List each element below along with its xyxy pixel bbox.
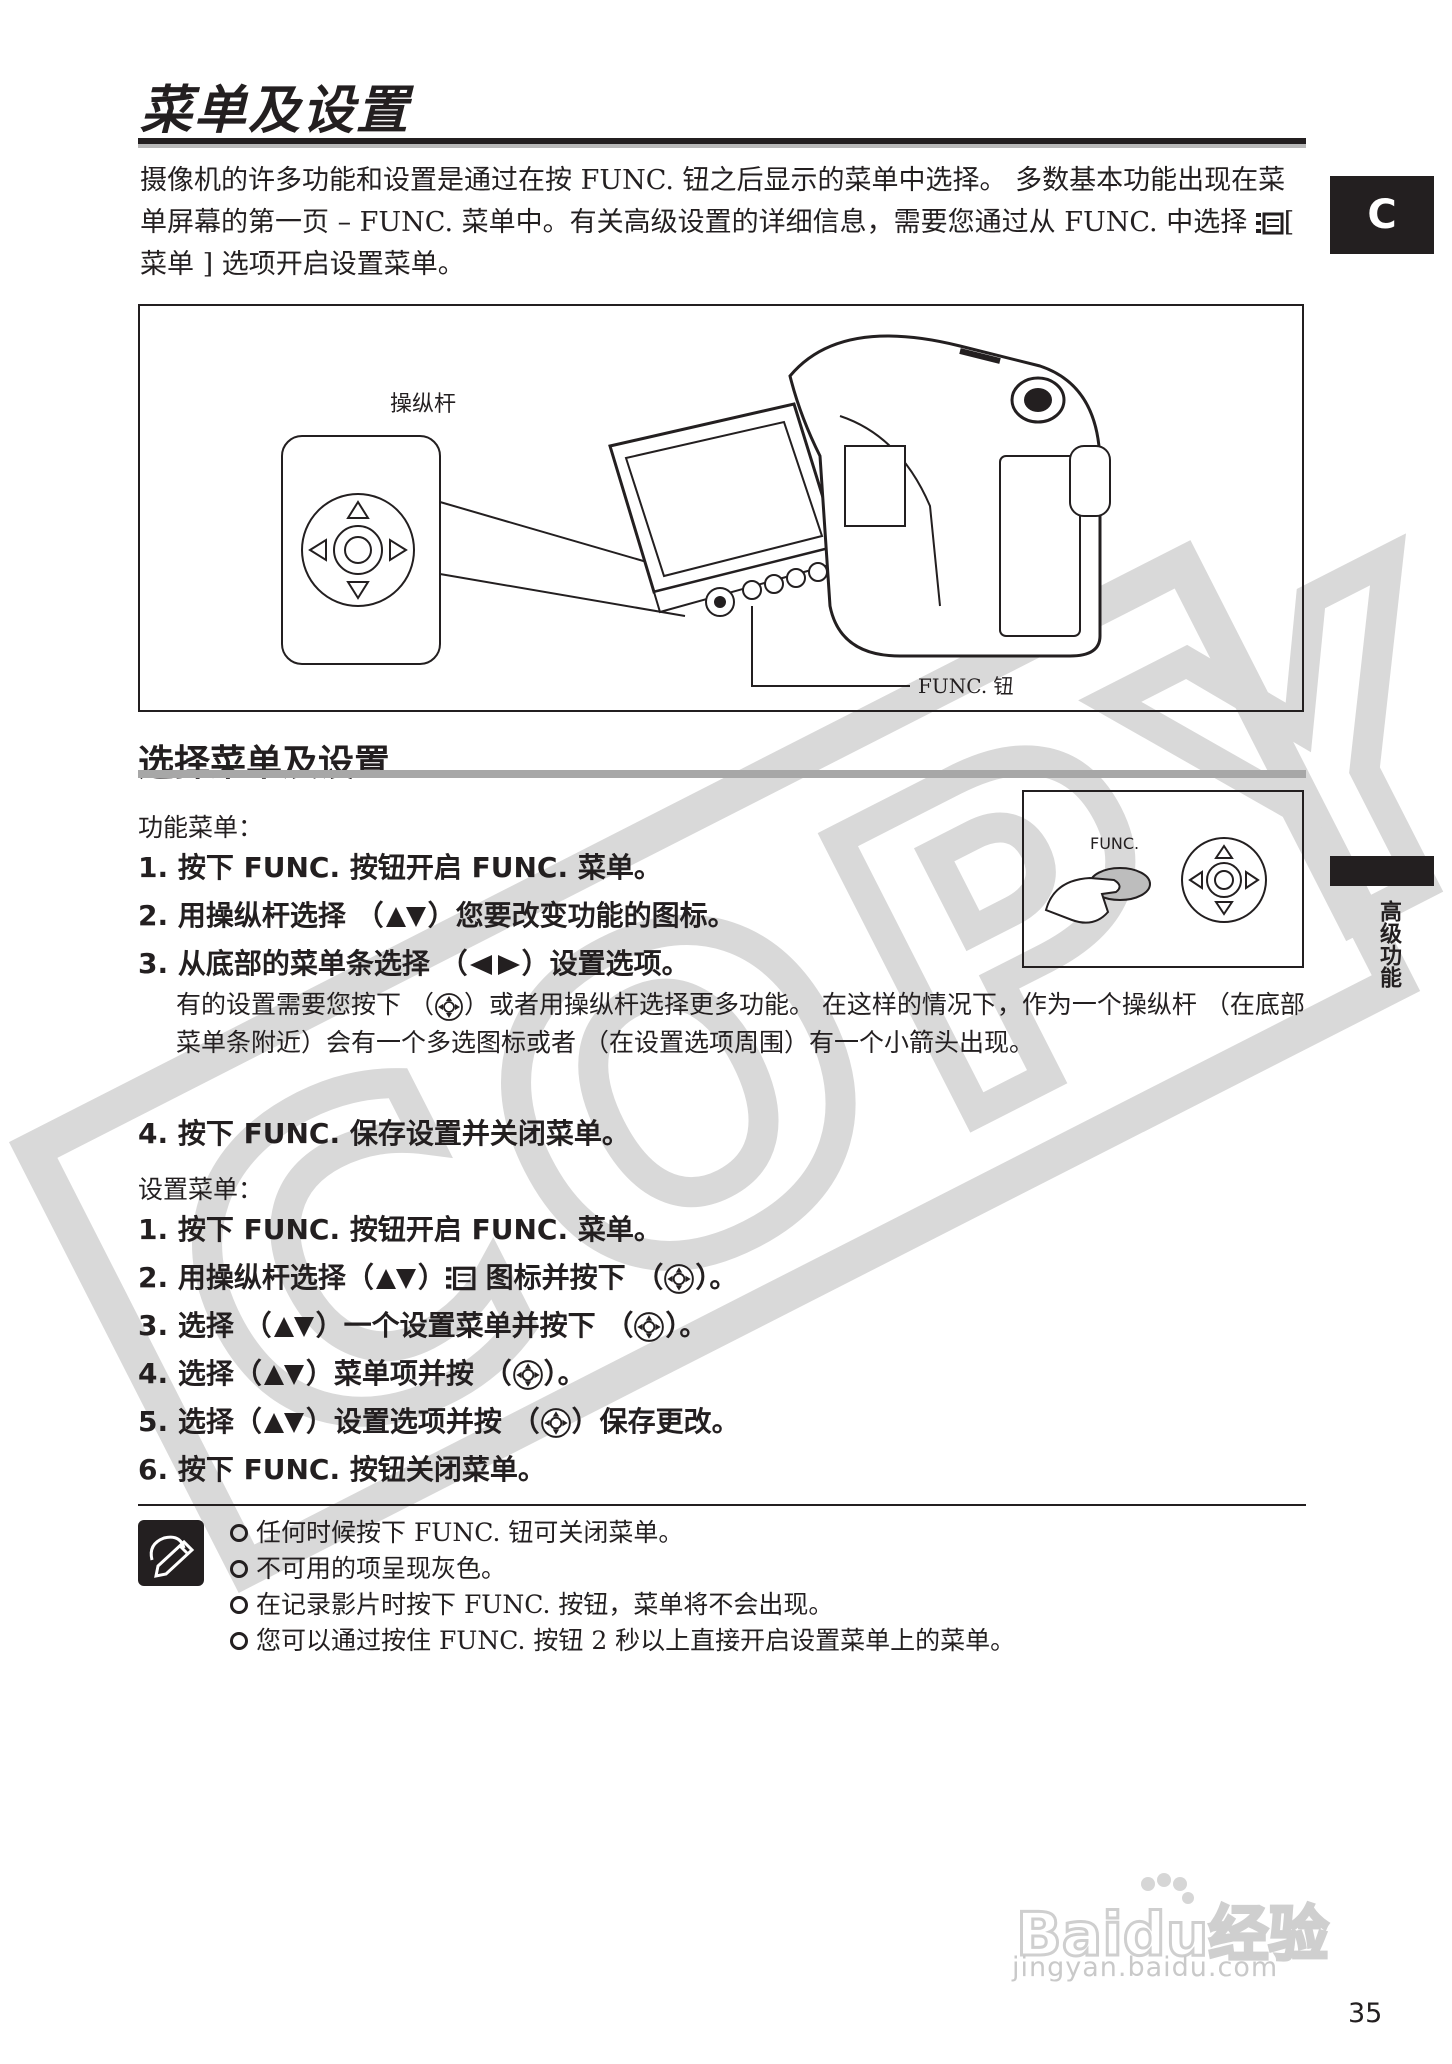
notes-rule <box>138 1504 1306 1506</box>
note-item: 您可以通过按住 FUNC. 按钮 2 秒以上直接开启设置菜单上的菜单。 <box>230 1622 1015 1660</box>
func-step-3-note: 有的设置需要您按下 （）或者用操纵杆选择更多功能。 在这样的情况下，作为一个操纵… <box>176 990 1305 1057</box>
joystick-press-icon <box>634 1312 665 1342</box>
side-section-bar <box>1330 856 1434 886</box>
menu-icon <box>1255 212 1284 234</box>
setup-step-5: 5. 选择（ ）设置选项并按 （）保存更改。 <box>138 1405 740 1438</box>
setup-menu-heading: 设置菜单： <box>138 1175 264 1204</box>
func-step-2: 2. 用操纵杆选择 （）您要改变功能的图标。 <box>138 899 736 932</box>
note-pencil-icon <box>138 1520 204 1586</box>
setup-step-2: 2. 用操纵杆选择（） 图标并按下 （）。 <box>138 1261 738 1294</box>
func-menu-heading: 功能菜单： <box>138 813 264 842</box>
intro-paragraph: 摄像机的许多功能和设置是通过在按 FUNC. 钮之后显示的菜单中选择。 多数基本… <box>140 165 1295 280</box>
section-rule <box>138 770 1306 778</box>
left-right-arrows-icon <box>469 955 520 975</box>
up-down-arrows-icon <box>375 1269 416 1289</box>
func-button-panel: FUNC. <box>1022 790 1304 968</box>
page-title: 菜单及设置 <box>140 81 411 141</box>
joystick-press-icon <box>540 1408 571 1438</box>
section-title: 选择菜单及设置 <box>138 743 391 784</box>
note-item: 在记录影片时按下 FUNC. 按钮，菜单将不会出现。 <box>230 1586 833 1624</box>
title-rule-shadow <box>138 144 1306 148</box>
up-down-arrows-icon <box>263 1413 304 1433</box>
menu-icon <box>445 1266 476 1291</box>
func-step-3: 3. 从底部的菜单条选择 （）设置选项。 <box>138 947 690 980</box>
setup-step-6: 6. 按下 FUNC. 按钮关闭菜单。 <box>138 1453 546 1486</box>
func-panel-illustration <box>1044 837 1267 924</box>
up-down-arrows-icon <box>263 1365 304 1385</box>
func-step-1: 1. 按下 FUNC. 按钮开启 FUNC. 菜单。 <box>138 851 662 884</box>
camcorder-illustration <box>281 334 1111 687</box>
page-number: 35 <box>1348 1998 1383 2029</box>
side-section-label: 高级功能 <box>1376 900 1401 988</box>
baidu-jingyan-logo: Baidu经验 <box>1014 1872 1356 1972</box>
note-item: 任何时候按下 FUNC. 钮可关闭菜单。 <box>230 1514 683 1552</box>
chapter-tab: C <box>1330 176 1434 254</box>
setup-step-3: 3. 选择 （）一个设置菜单并按下 （）。 <box>138 1309 708 1342</box>
joystick-press-icon <box>664 1264 695 1294</box>
joystick-press-icon <box>512 1360 543 1390</box>
joystick-press-icon <box>435 992 463 1021</box>
func-step-4: 4. 按下 FUNC. 保存设置并关闭菜单。 <box>138 1117 630 1150</box>
baidu-url: jingyan.baidu.com <box>1012 1952 1279 1983</box>
setup-step-4: 4. 选择（ ）菜单项并按 （）。 <box>138 1357 586 1390</box>
note-item: 不可用的项呈现灰色。 <box>230 1550 506 1588</box>
camcorder-diagram: 操纵杆 FUNC. 钮 <box>138 304 1304 712</box>
up-down-arrows-icon <box>385 907 426 927</box>
setup-step-1: 1. 按下 FUNC. 按钮开启 FUNC. 菜单。 <box>138 1213 662 1246</box>
up-down-arrows-icon <box>273 1317 314 1337</box>
